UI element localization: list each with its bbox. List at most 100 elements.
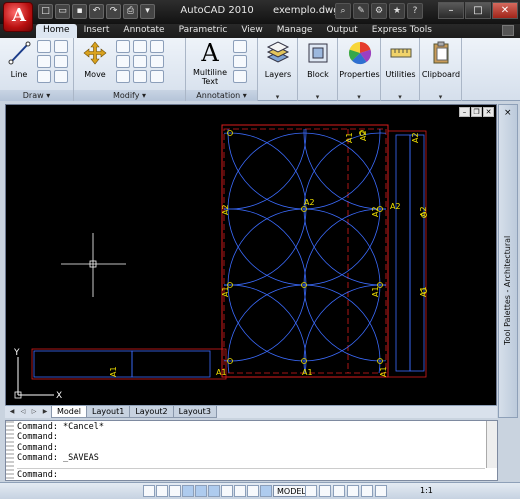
command-input[interactable]: Command: — [17, 468, 485, 480]
last-tab-icon[interactable]: ▶ — [41, 408, 49, 416]
properties-button[interactable]: Properties — [339, 39, 380, 79]
mirror-icon[interactable] — [133, 55, 147, 68]
tab-layout3[interactable]: Layout3 — [172, 406, 217, 418]
tab-layout2[interactable]: Layout2 — [129, 406, 174, 418]
drawing-window[interactable]: – ❐ ✕ A2 A2 A1 A1 A2 A1 A1 A2 A2 A1 A1 A2 A1 A1 A2 Y X — [5, 104, 497, 418]
annotation-panel-title[interactable]: Annotation ▾ — [186, 90, 257, 101]
pan-icon[interactable] — [333, 485, 345, 497]
trim-icon[interactable] — [133, 40, 147, 53]
hatch-icon[interactable] — [54, 55, 68, 68]
stretch-icon[interactable] — [116, 70, 130, 83]
otrack-toggle-icon[interactable] — [208, 485, 220, 497]
line-button[interactable]: Line — [6, 39, 32, 79]
maximize-button[interactable]: □ — [465, 2, 491, 19]
showmotion-icon[interactable] — [375, 485, 387, 497]
doc-minimize-button[interactable]: – — [459, 107, 470, 117]
array-icon[interactable] — [150, 70, 164, 83]
polyline-icon[interactable] — [37, 40, 51, 53]
dimension-icon[interactable] — [233, 40, 247, 53]
tab-output[interactable]: Output — [319, 24, 364, 38]
application-menu-button[interactable]: A — [3, 2, 33, 32]
layers-dropdown-icon[interactable]: ▾ — [258, 93, 297, 101]
tab-layout1[interactable]: Layout1 — [86, 406, 131, 418]
layers-button[interactable]: Layers — [260, 39, 296, 79]
clipboard-dropdown-icon[interactable]: ▾ — [420, 93, 461, 101]
command-line-window[interactable]: Command: *Cancel* Command: Command: Comm… — [5, 420, 498, 481]
ducs-toggle-icon[interactable] — [221, 485, 233, 497]
status-tools — [305, 485, 387, 497]
steeringwheel-icon[interactable] — [361, 485, 373, 497]
open-icon[interactable]: ▭ — [55, 4, 70, 19]
rectangle-icon[interactable] — [54, 70, 68, 83]
layers-panel[interactable]: Layers ▾ — [258, 38, 298, 101]
utilities-panel[interactable]: Utilities ▾ — [381, 38, 420, 101]
tab-home[interactable]: Home — [36, 24, 77, 38]
table-icon[interactable] — [233, 70, 247, 83]
tab-view[interactable]: View — [234, 24, 269, 38]
snap-toggle-icon[interactable] — [143, 485, 155, 497]
leader-icon[interactable] — [233, 55, 247, 68]
redo-icon[interactable]: ↷ — [106, 4, 121, 19]
move-button[interactable]: Move — [80, 39, 110, 79]
scale-icon[interactable] — [133, 70, 147, 83]
grid-toggle-icon[interactable] — [156, 485, 168, 497]
quick-view-layouts-icon[interactable] — [305, 485, 317, 497]
qp-toggle-icon[interactable] — [260, 485, 272, 497]
zoom-icon[interactable] — [347, 485, 359, 497]
osnap-toggle-icon[interactable] — [195, 485, 207, 497]
next-tab-icon[interactable]: ▷ — [30, 408, 38, 416]
tab-annotate[interactable]: Annotate — [116, 24, 171, 38]
palette-close-icon[interactable]: × — [504, 108, 512, 118]
rotate-icon[interactable] — [116, 40, 130, 53]
draw-dropdown-icon[interactable] — [54, 40, 68, 53]
new-icon[interactable]: □ — [38, 4, 53, 19]
clipboard-panel[interactable]: Clipboard ▾ — [420, 38, 462, 101]
modify-panel-title[interactable]: Modify ▾ — [74, 90, 185, 101]
prev-tab-icon[interactable]: ◁ — [19, 408, 27, 416]
quick-view-drawings-icon[interactable] — [319, 485, 331, 497]
plot-icon[interactable]: ⎙ — [123, 4, 138, 19]
fillet-icon[interactable] — [150, 55, 164, 68]
block-button[interactable]: Block — [300, 39, 336, 79]
circle-icon[interactable] — [37, 55, 51, 68]
utilities-dropdown-icon[interactable]: ▾ — [381, 93, 419, 101]
tab-insert[interactable]: Insert — [77, 24, 117, 38]
save-icon[interactable]: ▪ — [72, 4, 87, 19]
erase-icon[interactable] — [150, 40, 164, 53]
clipboard-button[interactable]: Clipboard — [421, 39, 461, 79]
arc-icon[interactable] — [37, 70, 51, 83]
multiline-text-button[interactable]: A Multiline Text — [190, 39, 230, 86]
command-scrollbar[interactable] — [486, 421, 497, 468]
close-button[interactable]: ✕ — [492, 2, 518, 19]
utilities-button[interactable]: Utilities — [382, 39, 419, 79]
network-icon[interactable]: ⚙ — [371, 3, 387, 19]
block-dropdown-icon[interactable]: ▾ — [298, 93, 337, 101]
undo-icon[interactable]: ↶ — [89, 4, 104, 19]
doc-close-button[interactable]: ✕ — [483, 107, 494, 117]
minimize-button[interactable]: – — [438, 2, 464, 19]
model-space-canvas[interactable]: A2 A2 A1 A1 A2 A1 A1 A2 A2 A1 A1 A2 A1 A1 A2 Y X — [6, 105, 496, 405]
tab-parametric[interactable]: Parametric — [172, 24, 235, 38]
ribbon-minimize-icon[interactable] — [502, 25, 514, 36]
tools-icon[interactable]: ✎ — [353, 3, 369, 19]
help-icon[interactable]: ? — [407, 3, 423, 19]
polar-toggle-icon[interactable] — [182, 485, 194, 497]
dyn-toggle-icon[interactable] — [234, 485, 246, 497]
first-tab-icon[interactable]: ◀ — [8, 408, 16, 416]
doc-restore-button[interactable]: ❐ — [471, 107, 482, 117]
command-line-grip[interactable] — [6, 421, 14, 480]
binoculars-icon[interactable]: ⌕ — [335, 3, 351, 19]
draw-panel-title[interactable]: Draw ▾ — [0, 90, 73, 101]
copy-icon[interactable] — [116, 55, 130, 68]
tab-model[interactable]: Model — [51, 406, 88, 418]
properties-panel[interactable]: Properties ▾ — [338, 38, 381, 101]
tool-palette[interactable]: × Tool Palettes - Architectural — [498, 104, 518, 418]
annotation-scale[interactable]: 1:1 — [420, 486, 433, 495]
tab-express-tools[interactable]: Express Tools — [365, 24, 439, 38]
tab-manage[interactable]: Manage — [270, 24, 320, 38]
star-icon[interactable]: ★ — [389, 3, 405, 19]
block-panel[interactable]: Block ▾ — [298, 38, 338, 101]
properties-dropdown-icon[interactable]: ▾ — [338, 93, 380, 101]
ortho-toggle-icon[interactable] — [169, 485, 181, 497]
lwt-toggle-icon[interactable] — [247, 485, 259, 497]
